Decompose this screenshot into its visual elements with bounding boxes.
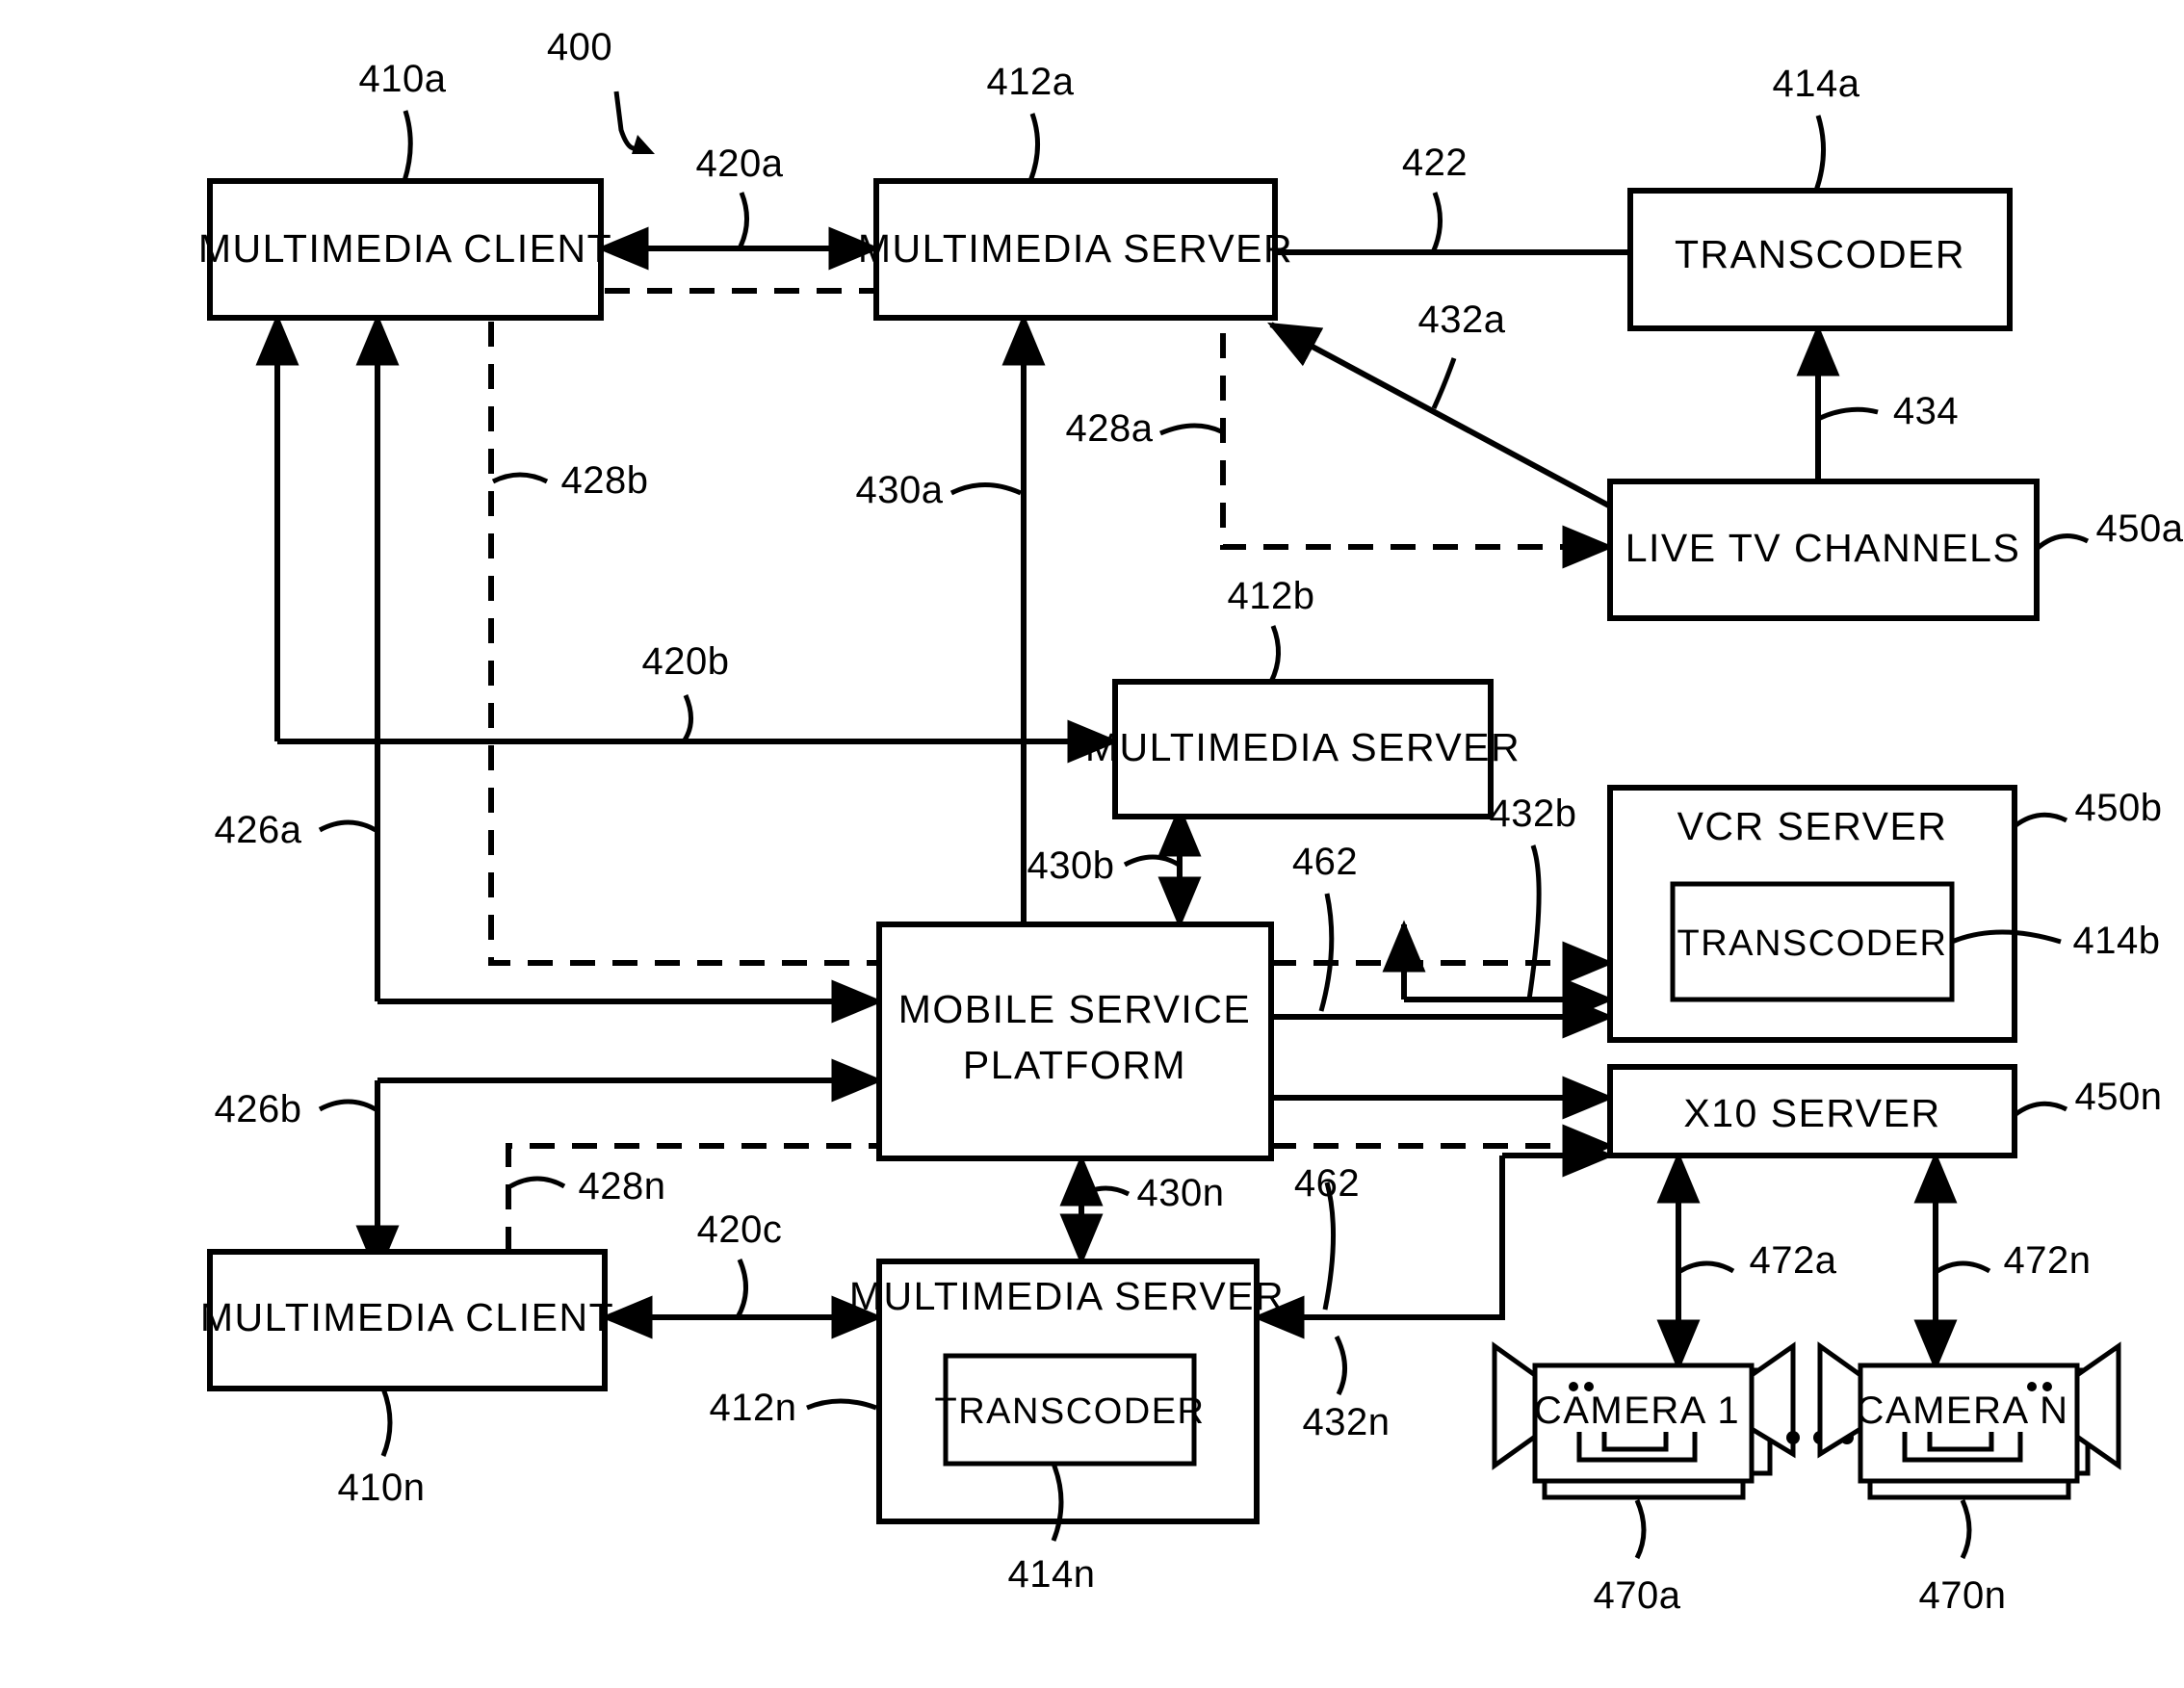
ref-410n: 410n [338,1388,426,1509]
box-label-transcoder-414a: TRANSCODER [1675,232,1965,276]
ref-label-400: 400 [547,26,612,68]
ref-426a: 426a [215,809,377,851]
ref-label-432b: 432b [1490,792,1577,835]
ref-label-472n: 472n [2004,1239,2092,1282]
box-label-client-410n: MULTIMEDIA CLIENT [200,1295,614,1339]
ref-label-414a: 414a [1773,63,1860,105]
camera-n-label: CAMERA N [1857,1389,2069,1432]
connector-432a [1267,322,1632,520]
patent-figure-400: MULTIMEDIA CLIENT MULTIMEDIA SERVER TRAN… [0,0,2184,1688]
ref-label-426b: 426b [215,1088,302,1130]
camera-1-label: CAMERA 1 [1534,1389,1740,1432]
ref-label-414n: 414n [1008,1553,1096,1596]
ref-450a: 450a [2035,507,2184,551]
box-label-server-412a: MULTIMEDIA SERVER [858,226,1293,271]
ref-410a: 410a [359,58,447,182]
box-label-x10-server: X10 SERVER [1683,1091,1940,1135]
box-multimedia-server-412b[interactable]: MULTIMEDIA SERVER [1085,679,1521,819]
ref-label-412a: 412a [987,61,1075,103]
ref-428b: 428b [491,459,649,502]
ref-472a: 472a [1678,1239,1837,1282]
ref-label-410a: 410a [359,58,447,100]
ref-430b: 430b [1027,844,1181,887]
ref-label-450n: 450n [2075,1076,2163,1118]
box-label-msp-line2: PLATFORM [963,1043,1186,1087]
box-label-transcoder-414n: TRANSCODER [934,1391,1205,1432]
ref-label-462-upper: 462 [1292,841,1358,883]
ref-432b: 432b [1490,792,1577,1000]
ref-label-414b: 414b [2073,920,2161,962]
ref-432a: 432a [1418,299,1506,410]
ref-412n: 412n [710,1387,877,1429]
box-mobile-service-platform[interactable]: MOBILE SERVICE PLATFORM [876,922,1274,1161]
ref-label-428b: 428b [561,459,649,502]
ref-label-470a: 470a [1594,1574,1681,1617]
ref-462-lower: 462 [1294,1162,1360,1311]
ref-label-410n: 410n [338,1467,426,1509]
ref-470a: 470a [1594,1498,1681,1617]
ref-472n: 472n [1936,1239,2092,1282]
box-label-vcr-server: VCR SERVER [1677,804,1948,848]
camera-n-icon[interactable]: CAMERA N [1817,1341,2121,1500]
ref-426b: 426b [215,1088,377,1130]
ref-label-462-lower: 462 [1294,1162,1360,1205]
ref-434: 434 [1816,390,1959,432]
ref-420b: 420b [642,640,730,743]
ref-label-426a: 426a [215,809,302,851]
box-label-transcoder-414b: TRANSCODER [1677,923,1947,964]
ref-414a: 414a [1773,63,1860,192]
ref-label-470n: 470n [1919,1574,2007,1617]
box-multimedia-server-412n[interactable]: MULTIMEDIA SERVER TRANSCODER [849,1259,1285,1524]
ref-label-420c: 420c [697,1208,783,1251]
ref-420c: 420c [697,1208,783,1319]
connector-428n [506,1124,1615,1252]
box-multimedia-client-410a[interactable]: MULTIMEDIA CLIENT [198,178,612,321]
camera-1-icon[interactable]: CAMERA 1 [1492,1341,1796,1500]
ref-400: 400 [547,26,655,154]
ref-label-472a: 472a [1750,1239,1837,1282]
ref-label-430b: 430b [1027,844,1115,887]
ref-label-450b: 450b [2075,787,2163,829]
ref-label-432n: 432n [1303,1401,1391,1443]
ref-label-432a: 432a [1418,299,1506,341]
ref-label-450a: 450a [2096,507,2184,550]
ref-430n: 430n [1081,1172,1225,1214]
box-label-server-412n: MULTIMEDIA SERVER [849,1274,1285,1318]
ref-422: 422 [1402,142,1468,254]
ref-label-428n: 428n [579,1165,666,1208]
ref-430a: 430a [856,469,1023,511]
box-label-msp-line1: MOBILE SERVICE [898,987,1252,1031]
ref-label-428a: 428a [1066,407,1154,450]
ref-label-430n: 430n [1137,1172,1225,1214]
ref-label-412n: 412n [710,1387,797,1429]
ref-450b: 450b [2013,787,2163,829]
ref-412b: 412b [1228,575,1315,684]
ref-label-422: 422 [1402,142,1468,184]
ref-450n: 450n [2013,1076,2163,1118]
ref-432n: 432n [1303,1335,1391,1443]
ref-label-430a: 430a [856,469,944,511]
box-label-live-tv: LIVE TV CHANNELS [1625,526,2021,570]
box-x10-server-450n[interactable]: X10 SERVER [1607,1064,2017,1158]
ref-label-420a: 420a [696,143,784,185]
ref-428n: 428n [508,1165,666,1208]
ref-420a: 420a [696,143,784,250]
box-live-tv-channels-450a[interactable]: LIVE TV CHANNELS [1607,479,2040,621]
box-label-server-412b: MULTIMEDIA SERVER [1085,725,1521,769]
connector-426a [255,313,377,744]
ref-label-420b: 420b [642,640,730,683]
figure-canvas: MULTIMEDIA CLIENT MULTIMEDIA SERVER TRAN… [198,26,2184,1617]
ref-label-434: 434 [1893,390,1959,432]
box-multimedia-server-412a[interactable]: MULTIMEDIA SERVER [858,178,1293,321]
ref-412a: 412a [987,61,1075,182]
connector-426a-branch [355,313,884,1024]
ref-470n: 470n [1919,1498,2007,1617]
box-multimedia-client-410n[interactable]: MULTIMEDIA CLIENT [200,1249,614,1391]
box-transcoder-414a[interactable]: TRANSCODER [1627,188,2013,331]
box-vcr-server-450b[interactable]: VCR SERVER TRANSCODER [1607,785,2017,1043]
box-label-client-410a: MULTIMEDIA CLIENT [198,226,612,271]
ref-label-412b: 412b [1228,575,1315,617]
ref-462-upper: 462 [1292,841,1358,1012]
ref-428a: 428a [1066,407,1223,450]
